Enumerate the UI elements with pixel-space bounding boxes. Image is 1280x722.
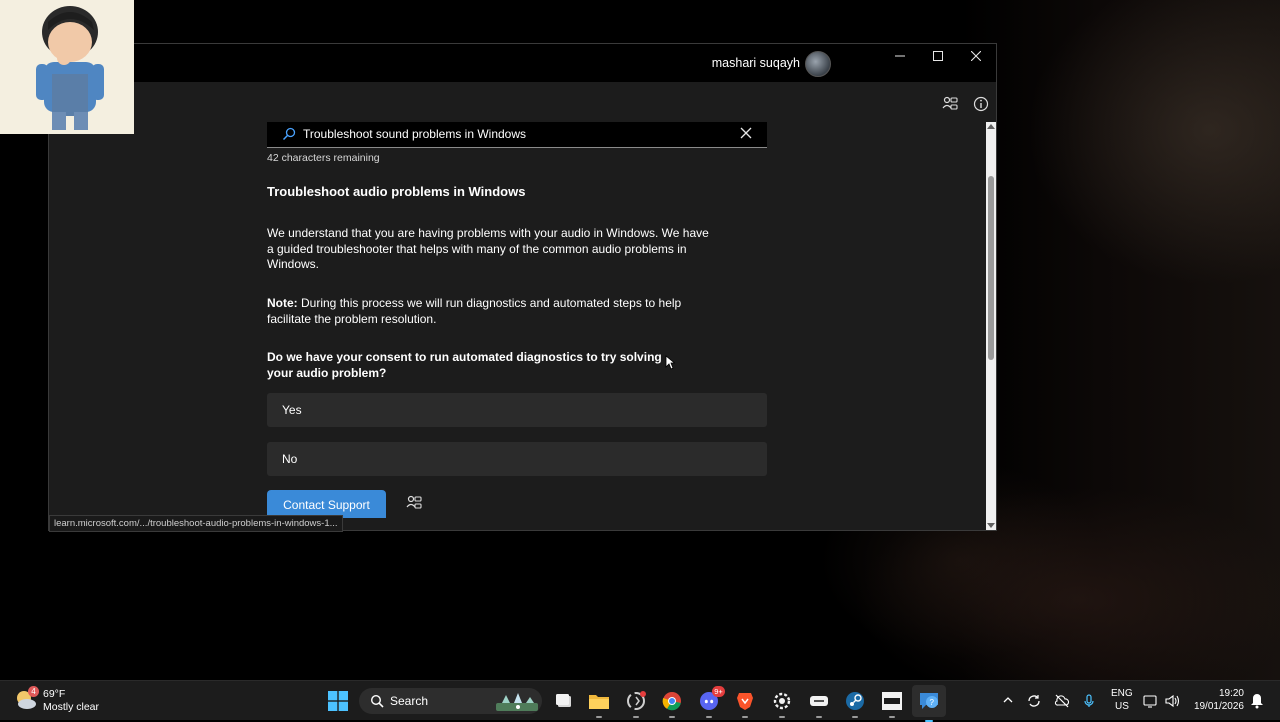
scrollbar-thumb[interactable]: [988, 176, 994, 360]
get-help-app-button[interactable]: ?: [912, 685, 946, 722]
taskbar: 4 69°F Mostly clear Search 9+ ? ENG US 1…: [0, 680, 1280, 722]
chevron-up-icon[interactable]: [1001, 693, 1015, 707]
status-bar-url: learn.microsoft.com/.../troubleshoot-aud…: [49, 515, 343, 532]
microphone-icon[interactable]: [1081, 693, 1097, 709]
user-name: mashari suqayh: [711, 56, 800, 70]
taskbar-search-box[interactable]: Search: [359, 688, 542, 714]
close-window-button[interactable]: [957, 44, 995, 68]
steam-icon: [846, 692, 864, 710]
sync-app-icon: [627, 691, 646, 710]
search-highlight-icon: [496, 693, 538, 711]
task-view-button[interactable]: [552, 689, 576, 713]
brave-lion-icon: [737, 693, 753, 710]
running-indicator: [706, 716, 712, 718]
search-input[interactable]: Troubleshoot sound problems in Windows: [267, 122, 767, 148]
consent-question: Do we have your consent to run automated…: [267, 350, 662, 380]
user-avatar[interactable]: [805, 51, 831, 77]
weather-badge: 4: [28, 686, 39, 697]
running-indicator: [633, 716, 639, 718]
cloud-off-icon[interactable]: [1054, 693, 1070, 709]
running-indicator: [669, 716, 675, 718]
minimize-button[interactable]: [881, 44, 919, 68]
volume-icon[interactable]: [1164, 693, 1180, 709]
running-indicator: [596, 716, 602, 718]
chrome-button[interactable]: [660, 689, 684, 718]
characters-remaining: 42 characters remaining: [267, 152, 380, 164]
running-indicator: [889, 716, 895, 718]
vertical-scrollbar[interactable]: [986, 122, 996, 530]
weather-description: Mostly clear: [43, 701, 100, 713]
scroll-up-arrow-icon[interactable]: [987, 122, 995, 132]
search-query-text[interactable]: Troubleshoot sound problems in Windows: [303, 127, 526, 141]
contact-support-button[interactable]: Contact Support: [267, 490, 386, 518]
note-label: Note:: [267, 296, 298, 310]
clock-date[interactable]: 19/01/2026: [1194, 701, 1244, 712]
avatar-thumbnail-image: [0, 0, 134, 134]
svg-text:?: ?: [930, 698, 935, 707]
chrome-icon: [662, 692, 681, 711]
connect-agent-icon[interactable]: [406, 495, 422, 511]
connect-agent-icon[interactable]: [940, 94, 960, 114]
title-bar: mashari suqayh: [49, 44, 996, 82]
help-chat-icon: ?: [920, 693, 938, 709]
file-explorer-button[interactable]: [587, 689, 611, 718]
article-title: Troubleshoot audio problems in Windows: [267, 184, 526, 199]
windows-start-icon[interactable]: [328, 691, 348, 711]
scroll-down-arrow-icon[interactable]: [987, 520, 995, 530]
running-indicator: [816, 716, 822, 718]
steelseries-button[interactable]: [770, 689, 794, 718]
game-app-button[interactable]: [807, 689, 831, 718]
weather-temperature: 69°F: [43, 688, 66, 700]
notification-bell-icon[interactable]: [1250, 693, 1264, 709]
discord-button[interactable]: 9+: [697, 686, 725, 718]
sync-tray-icon[interactable]: [1026, 693, 1042, 709]
folder-icon: [589, 695, 609, 709]
steelseries-gear-icon: [773, 692, 791, 710]
mouse-cursor-icon: [665, 355, 675, 370]
close-icon[interactable]: [739, 126, 753, 140]
no-choice-button[interactable]: No: [267, 442, 767, 476]
game-controller-icon: [810, 696, 828, 706]
close-icon: [971, 51, 981, 61]
running-indicator: [852, 716, 858, 718]
search-icon: [282, 127, 296, 141]
note-paragraph: Note: During this process we will run di…: [267, 296, 717, 327]
maximize-icon: [933, 51, 943, 61]
get-help-window: mashari suqayh Troubleshoot sound proble…: [48, 43, 997, 532]
minimize-icon: [895, 55, 905, 57]
running-indicator: [742, 716, 748, 718]
clock-time[interactable]: 19:20: [1219, 688, 1244, 699]
media-app-icon: [882, 692, 902, 710]
app-sync-button[interactable]: [624, 689, 648, 718]
search-icon: [370, 694, 384, 708]
language-region[interactable]: US: [1115, 701, 1129, 712]
brave-button[interactable]: [733, 689, 757, 718]
network-icon[interactable]: [1143, 693, 1159, 709]
running-indicator: [779, 716, 785, 718]
steam-button[interactable]: [843, 689, 867, 718]
info-icon[interactable]: [971, 94, 991, 114]
media-app-button[interactable]: [880, 689, 904, 718]
taskbar-search-label: Search: [390, 694, 429, 708]
intro-paragraph: We understand that you are having proble…: [267, 226, 709, 272]
task-view-icon: [556, 694, 571, 707]
discord-notification-badge: 9+: [712, 686, 725, 697]
note-text: During this process we will run diagnost…: [267, 296, 682, 326]
language-indicator[interactable]: ENG: [1111, 688, 1133, 699]
maximize-button[interactable]: [919, 44, 957, 68]
yes-choice-button[interactable]: Yes: [267, 393, 767, 427]
